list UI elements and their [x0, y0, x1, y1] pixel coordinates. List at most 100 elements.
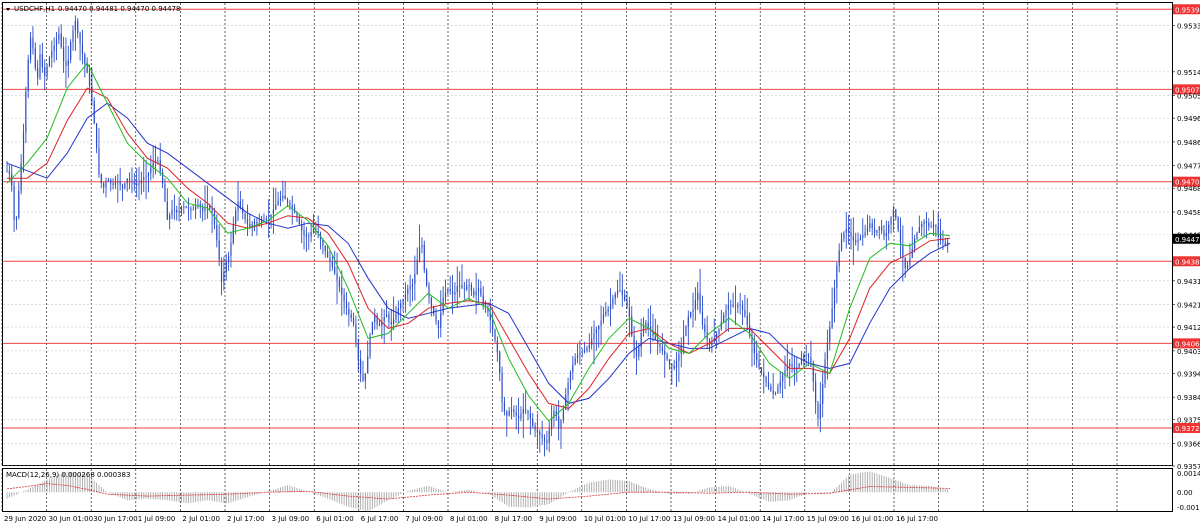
- candle-body: [103, 183, 105, 188]
- candle-body: [852, 235, 854, 241]
- candle-body: [32, 37, 34, 49]
- time-tick-label: 30 Jun 01:00: [49, 515, 93, 523]
- candle-body: [515, 412, 517, 416]
- candle-body: [567, 382, 569, 395]
- ohlc-label: 0.94470 0.94481 0.94470 0.94478: [58, 5, 180, 13]
- time-tick-label: 30 Jun 17:00: [93, 515, 137, 523]
- candle-body: [350, 314, 352, 318]
- candle-body: [633, 335, 635, 350]
- candle-body: [121, 184, 124, 188]
- candle-body: [725, 309, 727, 316]
- candle-body: [126, 178, 128, 184]
- candle-body: [393, 319, 395, 324]
- price-tick-label: 0.95050: [1177, 93, 1200, 101]
- candle-body: [456, 286, 458, 293]
- candle-body: [25, 91, 27, 133]
- candle-body: [418, 247, 421, 260]
- candle-body: [81, 44, 84, 55]
- candle-body: [79, 33, 81, 45]
- candle-body: [470, 284, 473, 291]
- candle-body: [305, 234, 308, 237]
- candle-body: [58, 33, 60, 40]
- candle-body: [473, 290, 475, 296]
- candle-body: [136, 184, 138, 186]
- candle-body: [336, 273, 338, 281]
- candle-body: [506, 411, 508, 416]
- price-tick-label: 0.94770: [1177, 163, 1200, 171]
- candle-body: [508, 411, 510, 416]
- candle-body: [789, 363, 791, 367]
- candle-body: [831, 308, 833, 328]
- candle-body: [277, 200, 279, 205]
- candle-body: [282, 195, 284, 199]
- candle-body: [112, 183, 114, 185]
- candle-body: [77, 21, 79, 34]
- candle-body: [72, 30, 74, 43]
- time-tick-label: 8 Jul 01:00: [450, 515, 488, 523]
- candle-body: [727, 305, 729, 310]
- candle-body: [807, 355, 810, 358]
- macd-tick-label: 0.00: [1177, 489, 1193, 497]
- candle-body: [265, 218, 267, 220]
- candle-body: [37, 68, 39, 78]
- candle-body: [897, 217, 899, 231]
- time-tick-label: 7 Jul 09:00: [405, 515, 443, 523]
- candle-body: [388, 314, 390, 322]
- symbol-label: USDCHF,H1: [14, 5, 55, 13]
- candle-body: [664, 350, 666, 355]
- candle-body: [400, 303, 402, 309]
- candle-body: [173, 209, 175, 211]
- candle-body: [805, 354, 807, 356]
- level-price-label: 0.94388: [1175, 258, 1200, 266]
- candle-body: [444, 292, 447, 298]
- candle-body: [138, 183, 140, 186]
- candle-body: [211, 208, 213, 213]
- candle-body: [159, 160, 161, 172]
- candle-body: [343, 294, 345, 302]
- candle-body: [583, 350, 586, 352]
- candle-body: [84, 54, 86, 64]
- candle-body: [183, 206, 185, 208]
- candle-body: [220, 259, 223, 282]
- time-tick-label: 6 Jul 17:00: [361, 515, 399, 523]
- candle-body: [482, 295, 484, 303]
- time-axis: 29 Jun 2020 30 Jun 01:00 30 Jun 17:00 1 Jul…: [4, 515, 938, 523]
- candle-body: [744, 309, 746, 316]
- time-tick-label: 14 Jul 17:00: [762, 515, 804, 523]
- candle-body: [857, 239, 859, 243]
- time-tick-label: 6 Jul 01:00: [316, 515, 354, 523]
- candle-body: [774, 393, 777, 395]
- time-tick-label: 15 Jul 09:00: [807, 515, 849, 523]
- level-price-label: 0.93722: [1175, 425, 1200, 433]
- candle-body: [289, 202, 291, 206]
- candle-body: [360, 359, 362, 375]
- time-tick-label: 10 Jul 17:00: [628, 515, 670, 523]
- candle-body: [459, 285, 461, 287]
- candle-body: [659, 343, 661, 348]
- candle-body: [671, 363, 673, 367]
- candle-body: [876, 230, 878, 233]
- candle-body: [100, 174, 102, 184]
- candle-body: [878, 226, 880, 231]
- price-tick-label: 0.94310: [1177, 278, 1200, 286]
- candle-body: [892, 209, 895, 217]
- time-tick-label: 10 Jul 01:00: [584, 515, 626, 523]
- candle-body: [308, 236, 310, 238]
- candle-body: [331, 262, 333, 267]
- candle-body: [732, 304, 734, 308]
- candle-body: [793, 367, 796, 371]
- candle-body: [157, 160, 159, 161]
- candle-body: [192, 209, 194, 211]
- candle-body: [704, 324, 706, 333]
- candle-body: [27, 59, 29, 92]
- candle-body: [395, 313, 397, 320]
- candle-body: [338, 280, 341, 288]
- candle-body: [586, 347, 588, 351]
- candle-body: [22, 132, 25, 164]
- time-tick-label: 2 Jul 17:00: [227, 515, 265, 523]
- candle-body: [41, 54, 43, 68]
- candle-body: [60, 33, 62, 48]
- candle-body: [576, 355, 579, 358]
- price-chart[interactable]: 0.953950.950750.947060.943880.940600.937…: [0, 0, 1200, 527]
- candle-body: [593, 333, 595, 339]
